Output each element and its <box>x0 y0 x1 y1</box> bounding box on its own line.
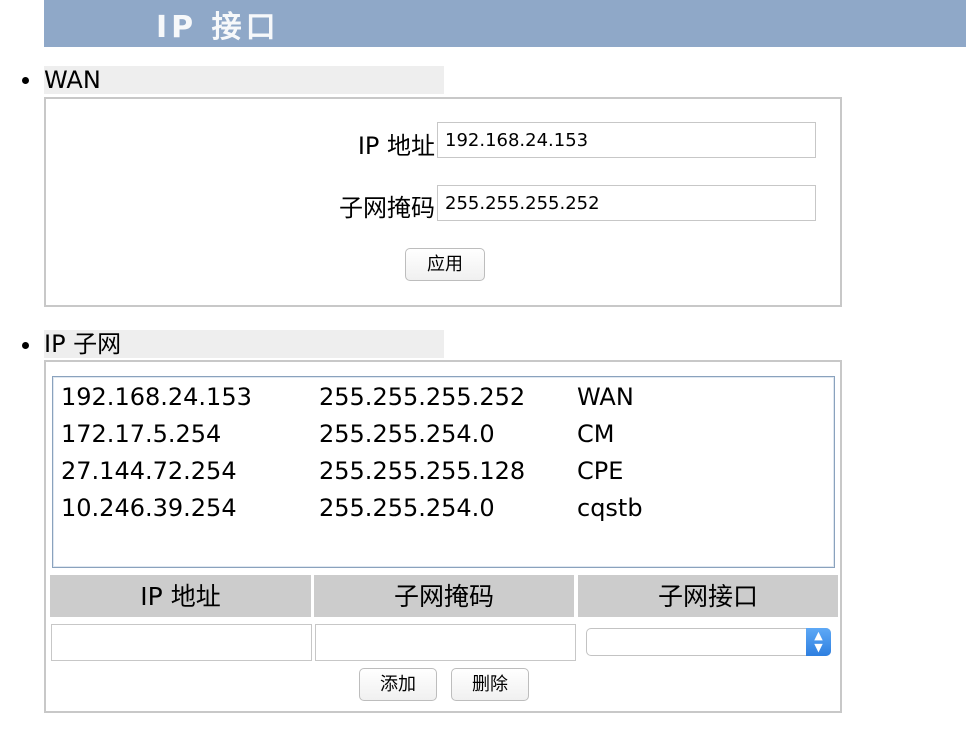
add-button[interactable]: 添加 <box>359 668 437 701</box>
list-item-mask: 255.255.254.0 <box>319 420 495 448</box>
new-ip-input[interactable] <box>51 624 312 661</box>
delete-button[interactable]: 删除 <box>451 668 529 701</box>
wan-panel: IP 地址 子网掩码 应用 <box>44 97 842 307</box>
list-item-ip: 27.144.72.254 <box>61 457 237 485</box>
column-header-iface: 子网接口 <box>578 575 838 617</box>
wan-ip-input[interactable] <box>437 122 816 158</box>
subnet-heading-label: IP 子网 <box>44 330 122 358</box>
column-header-ip: IP 地址 <box>50 575 311 617</box>
list-item-iface: CPE <box>577 457 624 485</box>
list-item[interactable]: 172.17.5.254 255.255.254.0 CM <box>53 416 834 453</box>
list-item[interactable]: 192.168.24.153 255.255.255.252 WAN <box>53 379 834 416</box>
wan-ip-label: IP 地址 <box>357 132 435 160</box>
list-item-mask: 255.255.254.0 <box>319 494 495 522</box>
subnet-section-heading: IP 子网 <box>44 330 444 358</box>
list-item-ip: 172.17.5.254 <box>61 420 222 448</box>
subnet-list[interactable]: 192.168.24.153 255.255.255.252 WAN 172.1… <box>52 376 835 568</box>
bullet-dot-icon <box>22 342 29 349</box>
column-header-mask: 子网掩码 <box>314 575 574 617</box>
apply-button[interactable]: 应用 <box>405 248 485 281</box>
wan-mask-input[interactable] <box>437 185 816 221</box>
wan-section-heading: WAN <box>44 66 444 94</box>
subnet-interface-select[interactable]: ▲ ▼ <box>586 628 831 656</box>
list-item[interactable]: 27.144.72.254 255.255.255.128 CPE <box>53 453 834 490</box>
page-banner: IP 接口 <box>44 0 966 47</box>
wan-mask-label: 子网掩码 <box>339 194 435 222</box>
new-mask-input[interactable] <box>315 624 576 661</box>
list-item-iface: CM <box>577 420 615 448</box>
list-item-ip: 10.246.39.254 <box>61 494 237 522</box>
list-item-mask: 255.255.255.128 <box>319 457 526 485</box>
list-item-ip: 192.168.24.153 <box>61 383 252 411</box>
list-item[interactable]: 10.246.39.254 255.255.254.0 cqstb <box>53 490 834 527</box>
bullet-dot-icon <box>22 77 29 84</box>
page-title: IP 接口 <box>156 10 280 45</box>
list-item-iface: WAN <box>577 383 634 411</box>
updown-chevron-icon[interactable]: ▲ ▼ <box>806 628 831 656</box>
list-item-mask: 255.255.255.252 <box>319 383 526 411</box>
wan-heading-label: WAN <box>44 66 101 94</box>
list-item-iface: cqstb <box>577 494 643 522</box>
